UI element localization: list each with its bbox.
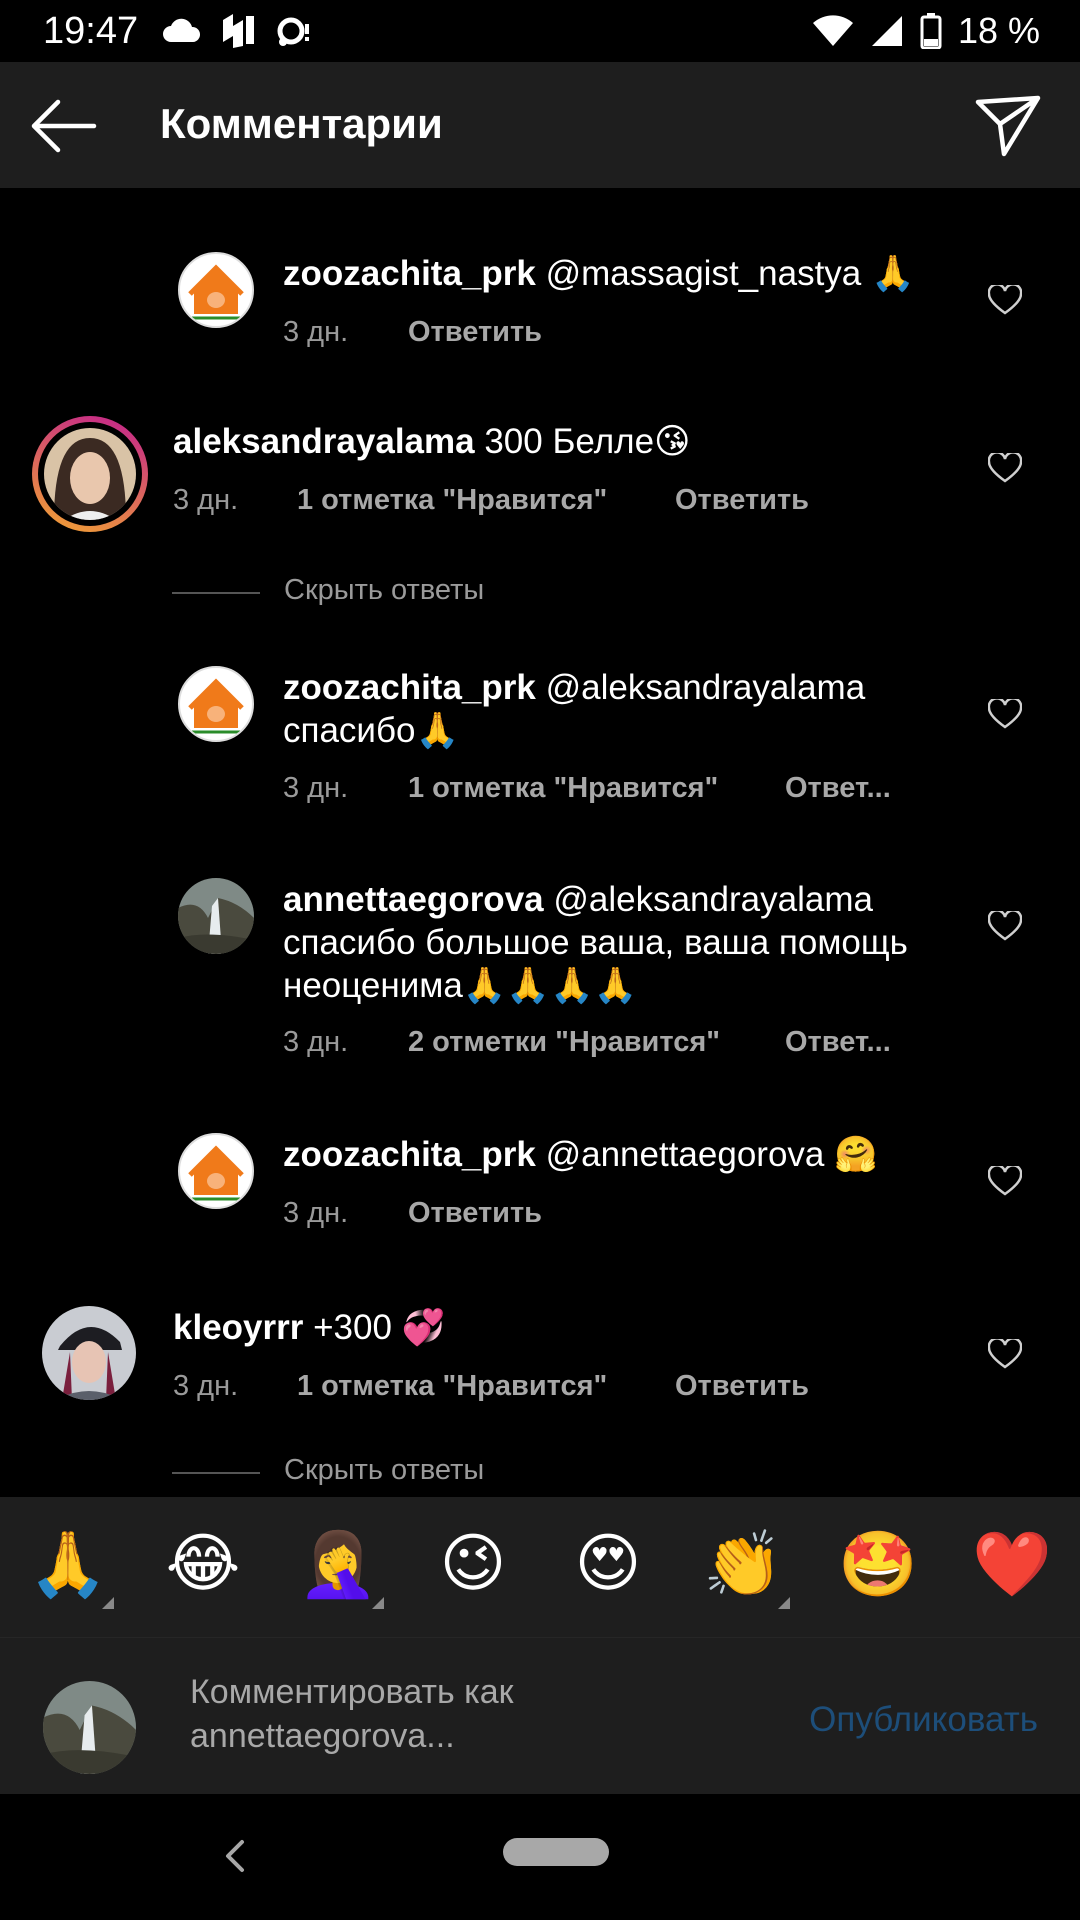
comment-meta: 3 дн. 1 отметка "Нравится" Ответ... — [283, 772, 891, 805]
top-bar: Комментарии — [0, 62, 1080, 188]
comment-body: @massagist_nastya 🙏 — [545, 254, 915, 293]
direct-share-icon[interactable] — [974, 92, 1042, 160]
comment-input[interactable]: Комментировать как annettaegorova... — [190, 1670, 620, 1758]
comment-meta: 3 дн. 1 отметка "Нравится" Ответить — [173, 1370, 809, 1403]
comment-time: 3 дн. — [283, 316, 349, 348]
back-arrow-icon[interactable] — [28, 96, 98, 156]
emoji-button-clap[interactable]: 👏 — [703, 1527, 783, 1602]
comment-time: 3 дн. — [283, 772, 349, 804]
divider — [172, 592, 260, 594]
reply-button[interactable]: Ответить — [408, 316, 542, 349]
comment-text: zoozachita_prk @massagist_nastya 🙏 — [283, 252, 983, 295]
reply-button[interactable]: Ответ... — [785, 772, 891, 805]
comment-time: 3 дн. — [173, 1370, 239, 1402]
my-avatar — [43, 1681, 136, 1774]
profile-photo — [42, 1306, 136, 1400]
battery-percent: 18 % — [957, 10, 1040, 51]
reply-button[interactable]: Ответить — [675, 1370, 809, 1403]
signal-icon — [871, 16, 902, 46]
shelter-logo-icon — [188, 1145, 244, 1201]
comment-meta: 3 дн. Ответить — [283, 316, 542, 349]
avatar — [44, 428, 136, 520]
comment-composer: Комментировать как annettaegorova... Опу… — [0, 1637, 1080, 1794]
emoji-button-joy[interactable]: 😂 — [163, 1527, 243, 1601]
likes-count[interactable]: 1 отметка "Нравится" — [297, 1370, 675, 1403]
emoji-button-facepalm[interactable]: 🤦‍♀️ — [298, 1527, 378, 1602]
hide-replies-label: Скрыть ответы — [284, 574, 485, 606]
system-nav-bar — [0, 1794, 1080, 1920]
wifi-icon — [812, 15, 853, 46]
comment-text: zoozachita_prk @aleksandrayalama спасибо… — [283, 666, 983, 752]
emoji-button-wink[interactable]: 😉 — [433, 1527, 513, 1601]
like-heart-icon[interactable] — [988, 699, 1022, 729]
like-heart-icon[interactable] — [988, 1339, 1022, 1369]
comment-body: @annettaegorova 🤗 — [545, 1135, 878, 1174]
waterfall-photo — [43, 1681, 136, 1774]
shelter-logo-icon — [188, 264, 244, 320]
emoji-button-heart-eyes[interactable]: 😍 — [568, 1527, 648, 1601]
hide-replies-button[interactable]: Скрыть ответы — [172, 1452, 672, 1492]
story-ring[interactable] — [32, 416, 148, 532]
quick-emoji-bar: 🙏 😂 🤦‍♀️ 😉 😍 👏 🤩 ❤️ — [0, 1497, 1080, 1637]
hide-replies-label: Скрыть ответы — [284, 1454, 485, 1486]
emoji-button-star-struck[interactable]: 🤩 — [838, 1527, 918, 1602]
hide-replies-button[interactable]: Скрыть ответы — [172, 572, 672, 612]
shelter-logo-icon — [188, 678, 244, 734]
page-title: Комментарии — [160, 100, 443, 147]
comment-meta: 3 дн. 2 отметки "Нравится" Ответ... — [283, 1026, 891, 1059]
like-heart-icon[interactable] — [988, 453, 1022, 483]
status-time: 19:47 — [43, 10, 139, 52]
emoji-button-pray[interactable]: 🙏 — [28, 1527, 108, 1602]
like-heart-icon[interactable] — [988, 911, 1022, 941]
likes-count[interactable]: 2 отметки "Нравится" — [408, 1026, 785, 1059]
comment-meta: 3 дн. 1 отметка "Нравится" Ответить — [173, 484, 809, 517]
divider — [172, 1472, 260, 1474]
skin-tone-indicator — [372, 1597, 384, 1609]
like-heart-icon[interactable] — [988, 285, 1022, 315]
username[interactable]: aleksandrayalama — [173, 422, 475, 461]
reply-button[interactable]: Ответить — [408, 1197, 542, 1230]
comment-body: 300 Белле😘 — [484, 422, 691, 461]
comment-time: 3 дн. — [173, 484, 239, 516]
reply-button[interactable]: Ответ... — [785, 1026, 891, 1059]
avatar[interactable] — [178, 878, 254, 954]
comment-text: kleoyrrr +300 💞 — [173, 1306, 873, 1349]
notification-icons — [163, 12, 313, 50]
avatar[interactable] — [178, 1133, 254, 1209]
comment-time: 3 дн. — [283, 1026, 349, 1058]
comment-text: aleksandrayalama 300 Белле😘 — [173, 420, 873, 463]
comment-body: +300 💞 — [313, 1308, 446, 1347]
username[interactable]: zoozachita_prk — [283, 668, 536, 707]
comment-text: annettaegorova @aleksandrayalama спасибо… — [283, 878, 983, 1007]
avatar[interactable] — [178, 666, 254, 742]
skin-tone-indicator — [778, 1597, 790, 1609]
app-notification-icon — [277, 17, 309, 46]
username[interactable]: annettaegorova — [283, 880, 544, 919]
comment-text: zoozachita_prk @annettaegorova 🤗 — [283, 1133, 983, 1176]
home-pill[interactable] — [503, 1838, 609, 1866]
nav-back-icon[interactable] — [220, 1836, 250, 1876]
like-heart-icon[interactable] — [988, 1166, 1022, 1196]
waterfall-photo — [178, 878, 254, 954]
comment-time: 3 дн. — [283, 1197, 349, 1229]
cloud-icon — [163, 18, 201, 42]
emoji-button-red-heart[interactable]: ❤️ — [972, 1527, 1052, 1602]
comment-meta: 3 дн. Ответить — [283, 1197, 542, 1230]
avatar[interactable] — [178, 252, 254, 328]
skin-tone-indicator — [102, 1597, 114, 1609]
status-bar: 19:47 18 % — [0, 0, 1080, 62]
battery-icon — [920, 13, 942, 49]
likes-count[interactable]: 1 отметка "Нравится" — [297, 484, 675, 517]
username[interactable]: zoozachita_prk — [283, 1135, 536, 1174]
avatar[interactable] — [42, 1306, 136, 1400]
username[interactable]: kleoyrrr — [173, 1308, 303, 1347]
reply-button[interactable]: Ответить — [675, 484, 809, 517]
system-indicators: 18 % — [812, 10, 1040, 52]
likes-count[interactable]: 1 отметка "Нравится" — [408, 772, 785, 805]
publish-button[interactable]: Опубликовать — [809, 1700, 1038, 1740]
sync-app-icon — [223, 14, 254, 48]
username[interactable]: zoozachita_prk — [283, 254, 536, 293]
